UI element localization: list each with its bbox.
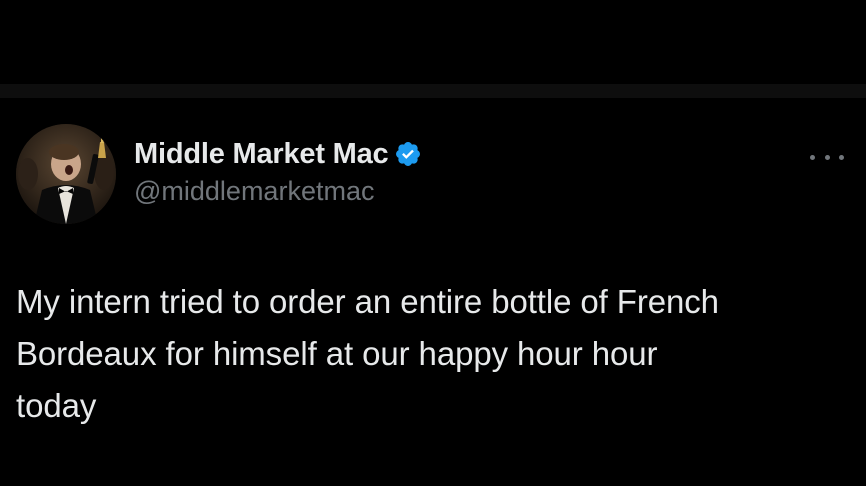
avatar-photo-icon	[16, 124, 116, 224]
verified-badge-icon	[394, 140, 422, 168]
more-horizontal-icon	[824, 154, 830, 160]
top-bar	[0, 0, 866, 84]
tweet-card[interactable]: Middle Market Mac @middlemarketmac My in…	[0, 98, 866, 486]
name-row: Middle Market Mac	[134, 136, 422, 172]
more-horizontal-icon	[810, 154, 815, 160]
tweet-text: My intern tried to order an entire bottl…	[16, 283, 719, 424]
user-handle[interactable]: @middlemarketmac	[134, 176, 422, 207]
display-name[interactable]: Middle Market Mac	[134, 138, 389, 171]
author-block: Middle Market Mac @middlemarketmac	[134, 136, 422, 207]
tweet-screen: Middle Market Mac @middlemarketmac My in…	[0, 0, 866, 486]
avatar[interactable]	[16, 124, 116, 224]
more-horizontal-icon	[839, 154, 844, 160]
section-divider	[0, 84, 866, 98]
more-options-button[interactable]	[810, 150, 844, 164]
